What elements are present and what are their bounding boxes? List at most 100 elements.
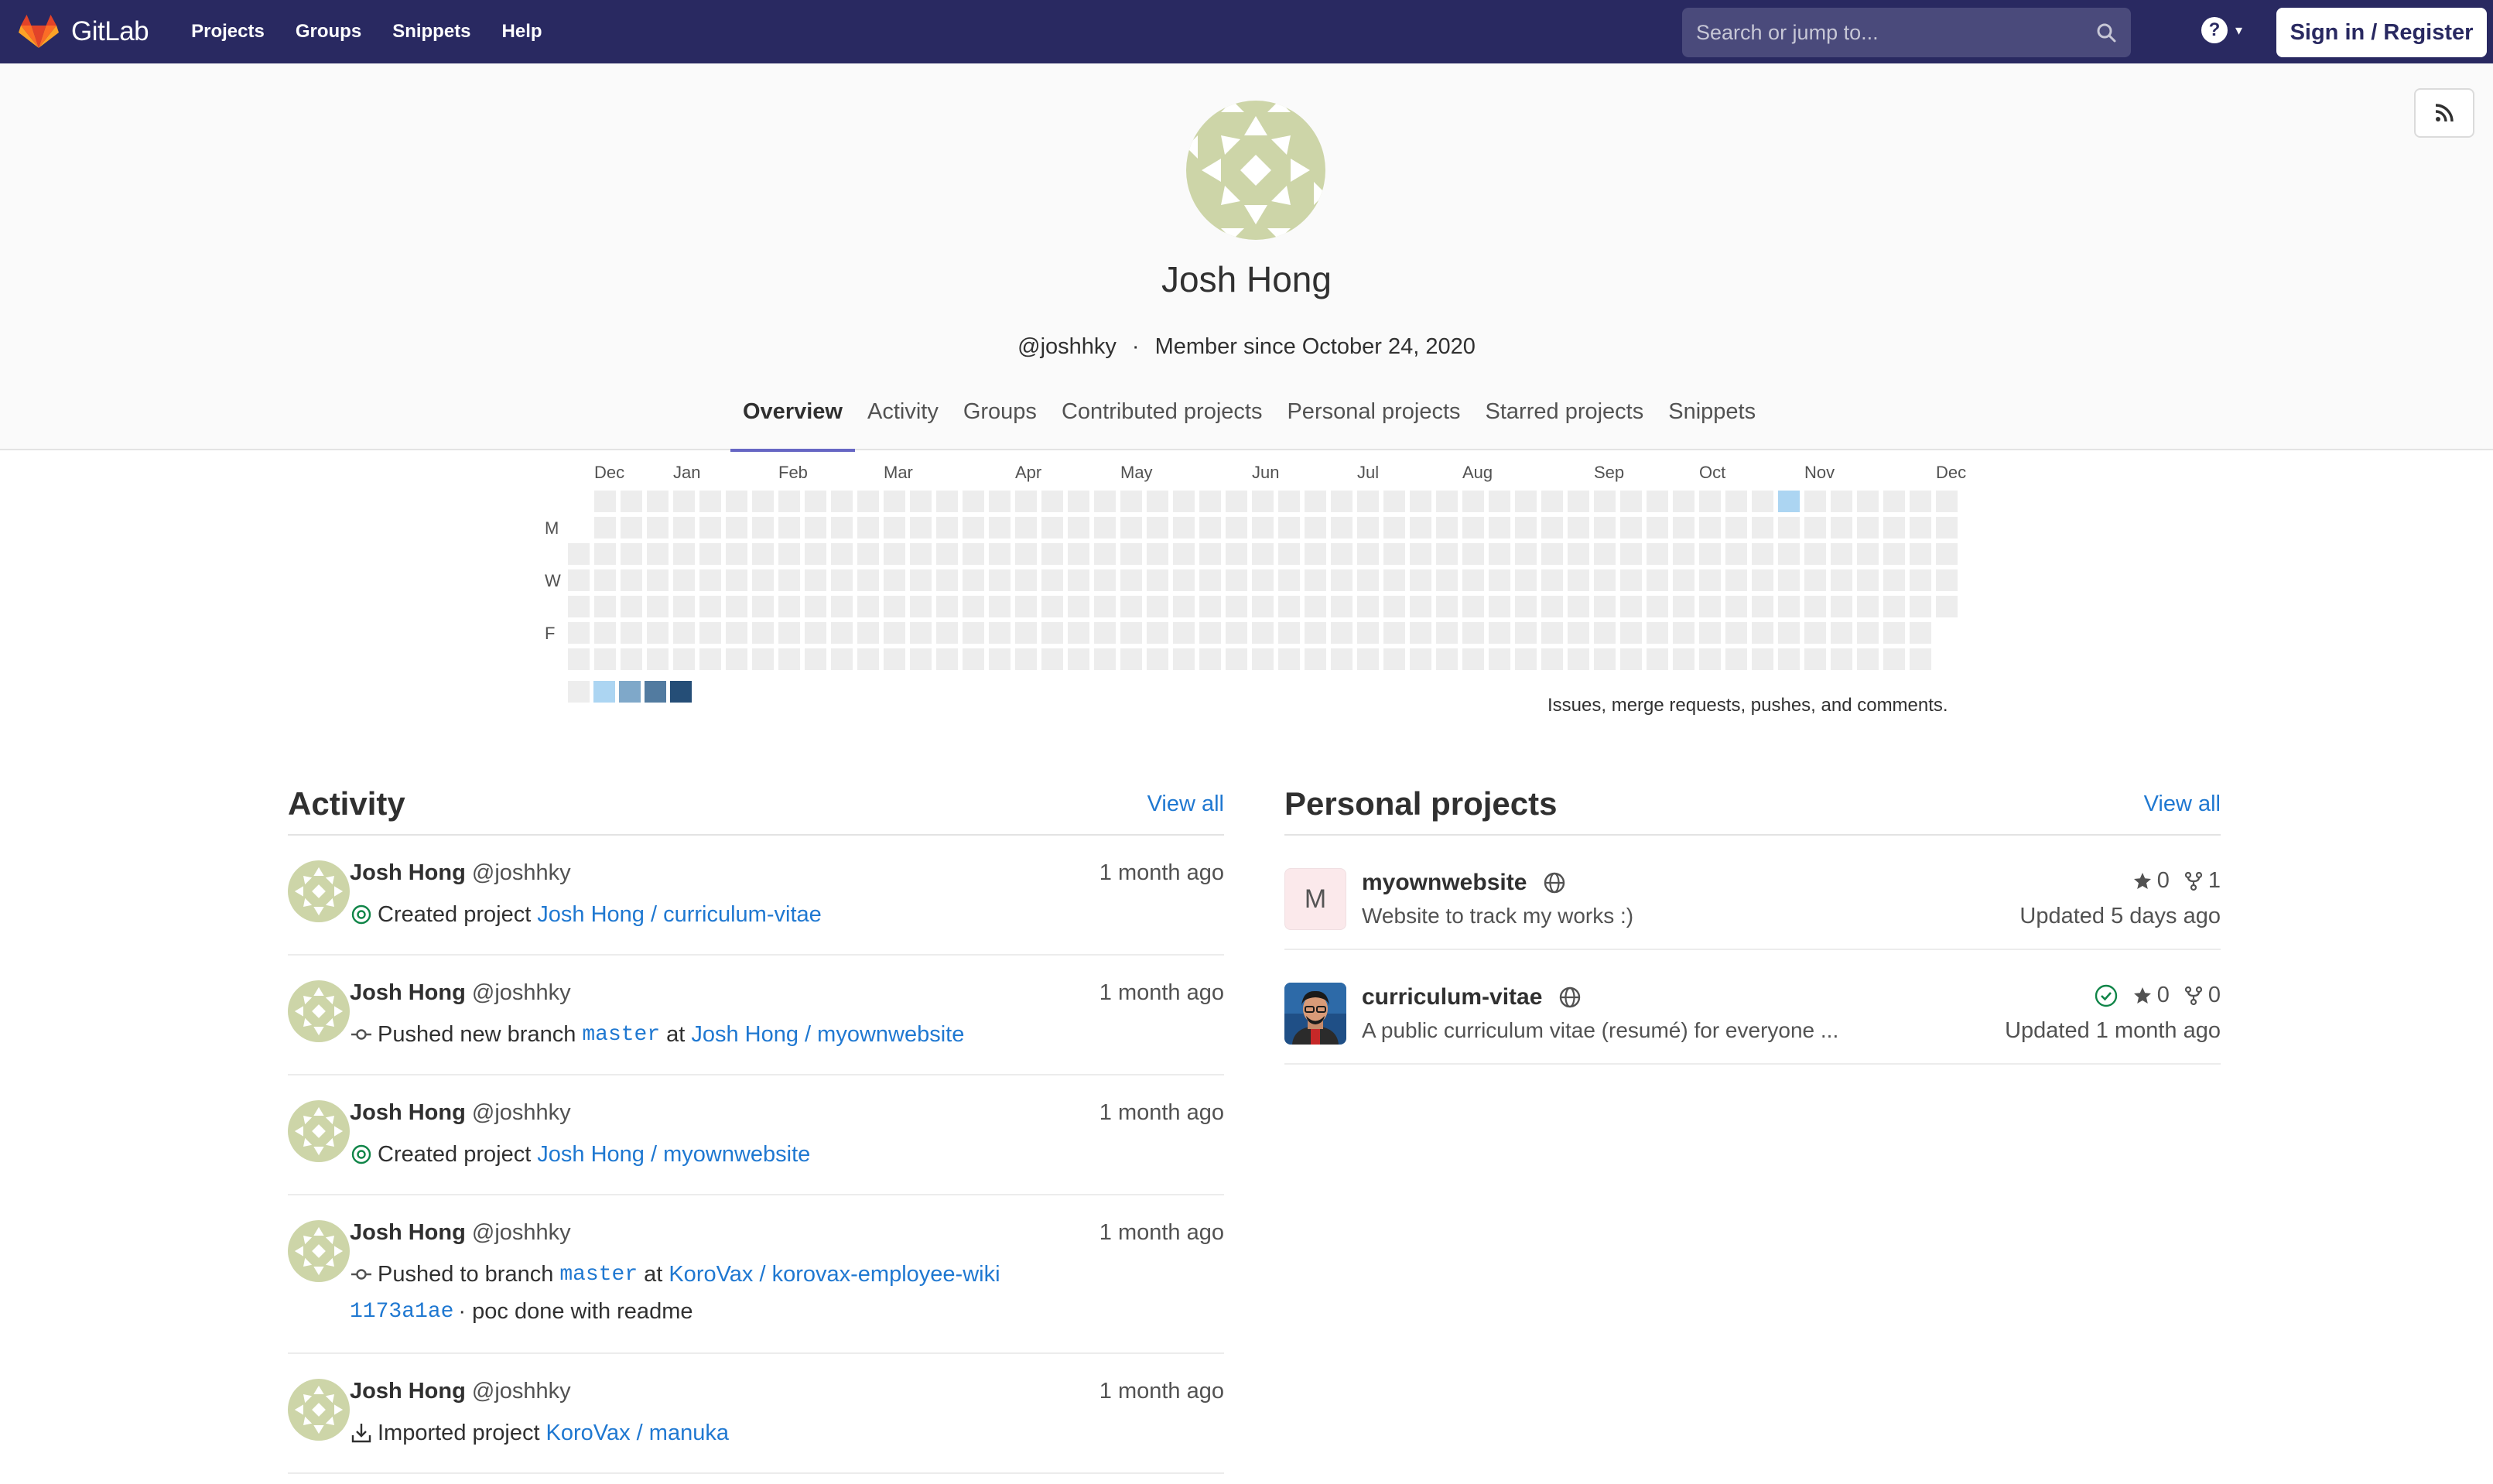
calendar-day-cell[interactable] <box>1383 648 1405 670</box>
calendar-day-cell[interactable] <box>831 569 853 591</box>
calendar-day-cell[interactable] <box>778 596 800 617</box>
calendar-day-cell[interactable] <box>1936 517 1958 539</box>
calendar-day-cell[interactable] <box>1673 517 1694 539</box>
calendar-day-cell[interactable] <box>884 596 905 617</box>
calendar-day-cell[interactable] <box>1594 569 1616 591</box>
calendar-day-cell[interactable] <box>1594 517 1616 539</box>
calendar-day-cell[interactable] <box>1015 569 1037 591</box>
calendar-day-cell[interactable] <box>1383 543 1405 565</box>
calendar-day-cell[interactable] <box>1436 569 1458 591</box>
calendar-day-cell[interactable] <box>673 622 695 644</box>
calendar-day-cell[interactable] <box>1436 596 1458 617</box>
calendar-day-cell[interactable] <box>1725 517 1747 539</box>
calendar-day-cell[interactable] <box>1226 596 1247 617</box>
calendar-day-cell[interactable] <box>778 622 800 644</box>
calendar-day-cell[interactable] <box>1831 648 1852 670</box>
calendar-day-cell[interactable] <box>568 648 590 670</box>
calendar-day-cell[interactable] <box>1489 569 1510 591</box>
calendar-day-cell[interactable] <box>1410 648 1431 670</box>
calendar-day-cell[interactable] <box>1541 622 1563 644</box>
calendar-day-cell[interactable] <box>1831 491 1852 512</box>
calendar-day-cell[interactable] <box>1673 491 1694 512</box>
calendar-day-cell[interactable] <box>1725 596 1747 617</box>
calendar-day-cell[interactable] <box>1015 622 1037 644</box>
calendar-day-cell[interactable] <box>1041 543 1063 565</box>
calendar-day-cell[interactable] <box>963 491 984 512</box>
event-author-name[interactable]: Josh Hong <box>350 980 466 1005</box>
calendar-day-cell[interactable] <box>1410 569 1431 591</box>
search-input[interactable] <box>1696 20 2095 45</box>
calendar-day-cell[interactable] <box>1015 517 1037 539</box>
avatar[interactable] <box>288 1100 350 1162</box>
nav-projects[interactable]: Projects <box>191 21 265 43</box>
calendar-day-cell[interactable] <box>1226 622 1247 644</box>
calendar-day-cell[interactable] <box>1489 517 1510 539</box>
calendar-day-cell[interactable] <box>673 648 695 670</box>
event-project-link[interactable]: Josh Hong / myownwebsite <box>691 1022 964 1048</box>
calendar-day-cell[interactable] <box>989 648 1011 670</box>
commit-sha-link[interactable]: 1173a1ae <box>350 1300 453 1324</box>
calendar-day-cell[interactable] <box>594 491 616 512</box>
calendar-day-cell[interactable] <box>1068 517 1089 539</box>
calendar-day-cell[interactable] <box>752 648 774 670</box>
calendar-day-cell[interactable] <box>673 596 695 617</box>
calendar-day-cell[interactable] <box>910 543 932 565</box>
calendar-day-cell[interactable] <box>1462 622 1484 644</box>
calendar-day-cell[interactable] <box>621 491 642 512</box>
calendar-day-cell[interactable] <box>1041 569 1063 591</box>
calendar-day-cell[interactable] <box>752 569 774 591</box>
calendar-day-cell[interactable] <box>1620 569 1642 591</box>
calendar-day-cell[interactable] <box>1094 491 1116 512</box>
calendar-day-cell[interactable] <box>1462 491 1484 512</box>
project-name-link[interactable]: myownwebsite <box>1362 870 1527 896</box>
calendar-day-cell[interactable] <box>699 569 721 591</box>
event-author-name[interactable]: Josh Hong <box>350 1220 466 1245</box>
calendar-day-cell[interactable] <box>1857 648 1879 670</box>
calendar-day-cell[interactable] <box>1673 569 1694 591</box>
calendar-day-cell[interactable] <box>1857 517 1879 539</box>
calendar-day-cell[interactable] <box>1068 543 1089 565</box>
calendar-day-cell[interactable] <box>989 517 1011 539</box>
calendar-day-cell[interactable] <box>1147 491 1168 512</box>
tab-groups[interactable]: Groups <box>951 388 1049 450</box>
calendar-day-cell[interactable] <box>805 622 826 644</box>
calendar-day-cell[interactable] <box>1752 491 1773 512</box>
nav-snippets[interactable]: Snippets <box>392 21 470 43</box>
calendar-day-cell[interactable] <box>1357 569 1379 591</box>
calendar-day-cell[interactable] <box>1778 596 1800 617</box>
calendar-day-cell[interactable] <box>1620 543 1642 565</box>
calendar-day-cell[interactable] <box>1120 648 1142 670</box>
calendar-day-cell[interactable] <box>1436 648 1458 670</box>
calendar-day-cell[interactable] <box>1147 569 1168 591</box>
calendar-day-cell[interactable] <box>1147 622 1168 644</box>
calendar-day-cell[interactable] <box>621 543 642 565</box>
calendar-day-cell[interactable] <box>1541 596 1563 617</box>
calendar-day-cell[interactable] <box>1725 622 1747 644</box>
calendar-day-cell[interactable] <box>1305 517 1326 539</box>
calendar-day-cell[interactable] <box>568 569 590 591</box>
calendar-day-cell[interactable] <box>989 569 1011 591</box>
calendar-day-cell[interactable] <box>1226 491 1247 512</box>
calendar-day-cell[interactable] <box>621 596 642 617</box>
calendar-day-cell[interactable] <box>1015 491 1037 512</box>
calendar-day-cell[interactable] <box>1883 543 1905 565</box>
calendar-day-cell[interactable] <box>1883 569 1905 591</box>
calendar-day-cell[interactable] <box>1357 543 1379 565</box>
calendar-day-cell[interactable] <box>936 622 958 644</box>
calendar-day-cell[interactable] <box>1252 622 1274 644</box>
calendar-day-cell[interactable] <box>568 596 590 617</box>
calendar-day-cell[interactable] <box>1094 622 1116 644</box>
calendar-day-cell[interactable] <box>1305 569 1326 591</box>
calendar-day-cell[interactable] <box>1305 648 1326 670</box>
calendar-day-cell[interactable] <box>1094 543 1116 565</box>
calendar-day-cell[interactable] <box>884 517 905 539</box>
calendar-day-cell[interactable] <box>1068 622 1089 644</box>
brand[interactable]: GitLab <box>19 0 149 63</box>
avatar[interactable] <box>288 980 350 1042</box>
calendar-day-cell[interactable] <box>1647 648 1668 670</box>
calendar-day-cell[interactable] <box>1804 517 1826 539</box>
avatar[interactable] <box>288 860 350 922</box>
calendar-day-cell[interactable] <box>1857 491 1879 512</box>
calendar-day-cell[interactable] <box>1541 569 1563 591</box>
calendar-day-cell[interactable] <box>1910 517 1931 539</box>
